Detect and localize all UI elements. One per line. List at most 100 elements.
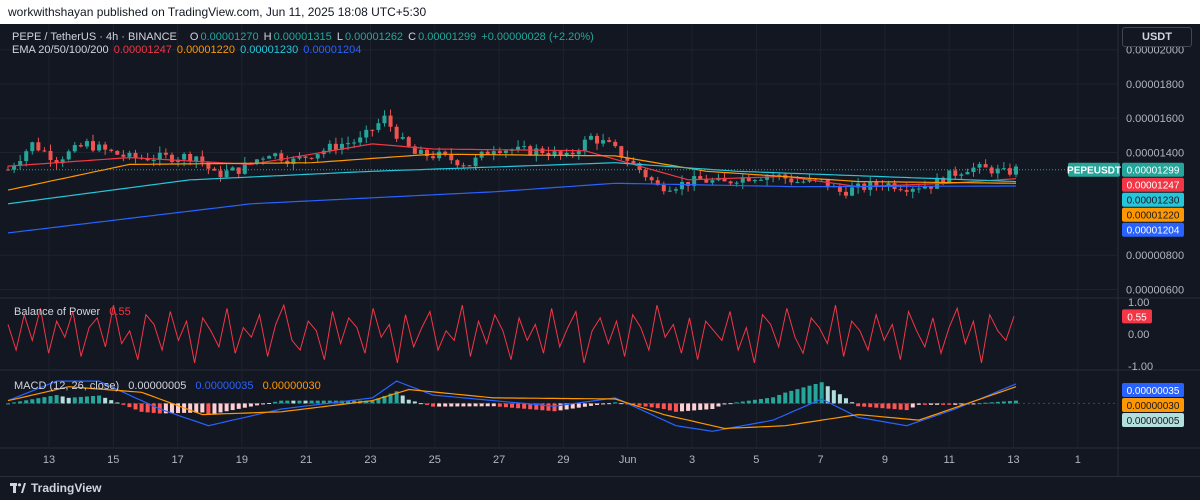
candle-body[interactable] <box>850 187 855 196</box>
candle-body[interactable] <box>491 151 496 155</box>
candle-body[interactable] <box>30 142 35 152</box>
candle-body[interactable] <box>989 167 994 174</box>
candle-body[interactable] <box>109 149 114 151</box>
candle-body[interactable] <box>388 115 393 127</box>
candle-body[interactable] <box>103 144 108 150</box>
candle-body[interactable] <box>643 169 648 178</box>
candle-body[interactable] <box>358 137 363 143</box>
candle-body[interactable] <box>777 174 782 176</box>
candle-body[interactable] <box>309 157 314 159</box>
candle-body[interactable] <box>151 159 156 161</box>
candle-body[interactable] <box>698 176 703 180</box>
candle-body[interactable] <box>382 115 387 124</box>
candle-body[interactable] <box>455 160 460 166</box>
candle-body[interactable] <box>163 152 168 155</box>
candle-body[interactable] <box>169 154 174 162</box>
trading-chart[interactable]: 0.000020000.000018000.000016000.00001400… <box>0 0 1200 500</box>
candle-body[interactable] <box>582 139 587 152</box>
symbol-legend[interactable]: PEPE / TetherUS · 4h · BINANCE O 0.000012… <box>12 31 596 43</box>
candle-body[interactable] <box>303 156 308 158</box>
candle-body[interactable] <box>795 181 800 183</box>
candle-body[interactable] <box>977 164 982 168</box>
candle-body[interactable] <box>437 151 442 159</box>
candle-body[interactable] <box>254 159 259 163</box>
macd-legend[interactable]: MACD (12, 26, close) 0.00000005 0.000000… <box>14 380 323 392</box>
candle-body[interactable] <box>758 179 763 181</box>
candle-body[interactable] <box>121 154 126 157</box>
candle-body[interactable] <box>449 154 454 161</box>
candle-body[interactable] <box>619 146 624 158</box>
candle-body[interactable] <box>522 146 527 148</box>
candle-body[interactable] <box>333 143 338 150</box>
candle-body[interactable] <box>400 137 405 139</box>
candle-body[interactable] <box>127 152 132 157</box>
candle-body[interactable] <box>188 153 193 162</box>
candle-body[interactable] <box>406 137 411 147</box>
candle-body[interactable] <box>576 151 581 155</box>
candle-body[interactable] <box>898 189 903 191</box>
candle-body[interactable] <box>673 189 678 191</box>
candle-body[interactable] <box>680 181 685 190</box>
candle-body[interactable] <box>42 150 47 152</box>
candle-body[interactable] <box>607 140 612 142</box>
candle-body[interactable] <box>346 143 351 145</box>
candle-body[interactable] <box>661 185 666 192</box>
candle-body[interactable] <box>534 148 539 155</box>
candle-body[interactable] <box>710 180 715 183</box>
candle-body[interactable] <box>115 150 120 155</box>
candle-body[interactable] <box>503 150 508 153</box>
tradingview-logo[interactable]: TradingView <box>10 481 101 495</box>
candle-body[interactable] <box>394 126 399 139</box>
candle-body[interactable] <box>947 170 952 184</box>
ema-legend[interactable]: EMA 20/50/100/200 0.00001247 0.00001220 … <box>12 44 363 56</box>
candle-body[interactable] <box>273 153 278 157</box>
candle-body[interactable] <box>352 142 357 144</box>
candle-body[interactable] <box>236 167 241 174</box>
candle-body[interactable] <box>570 152 575 155</box>
candle-body[interactable] <box>473 157 478 167</box>
candle-body[interactable] <box>953 170 958 176</box>
candle-body[interactable] <box>78 145 83 147</box>
candle-body[interactable] <box>364 129 369 138</box>
candle-body[interactable] <box>843 191 848 196</box>
candle-body[interactable] <box>588 135 593 140</box>
candle-body[interactable] <box>66 151 71 160</box>
candle-body[interactable] <box>315 154 320 159</box>
candle-body[interactable] <box>965 172 970 175</box>
candle-body[interactable] <box>48 150 53 161</box>
candle-body[interactable] <box>327 143 332 151</box>
candle-body[interactable] <box>595 135 600 144</box>
candle-body[interactable] <box>983 164 988 168</box>
candle-body[interactable] <box>613 141 618 147</box>
candle-body[interactable] <box>916 188 921 190</box>
candle-body[interactable] <box>801 181 806 183</box>
candle-body[interactable] <box>133 152 138 158</box>
candle-body[interactable] <box>84 141 89 147</box>
candle-body[interactable] <box>904 190 909 192</box>
candle-body[interactable] <box>485 151 490 155</box>
candle-body[interactable] <box>558 151 563 155</box>
candle-body[interactable] <box>1014 166 1018 175</box>
candle-body[interactable] <box>601 140 606 144</box>
candle-body[interactable] <box>728 181 733 184</box>
candle-body[interactable] <box>91 141 96 151</box>
candle-body[interactable] <box>467 165 472 167</box>
candle-body[interactable] <box>36 142 41 151</box>
candle-body[interactable] <box>910 188 915 192</box>
candle-body[interactable] <box>995 168 1000 174</box>
candle-body[interactable] <box>752 180 757 182</box>
candle-body[interactable] <box>686 181 691 186</box>
candle-body[interactable] <box>564 152 569 155</box>
candle-body[interactable] <box>261 158 266 160</box>
candle-body[interactable] <box>370 129 375 131</box>
candle-body[interactable] <box>376 123 381 130</box>
candle-body[interactable] <box>97 144 102 151</box>
bop-legend[interactable]: Balance of Power 0.55 <box>14 306 133 318</box>
candle-body[interactable] <box>1001 168 1006 170</box>
currency-unit-button[interactable]: USDT <box>1122 27 1192 47</box>
candle-body[interactable] <box>224 170 229 177</box>
candle-body[interactable] <box>631 160 636 164</box>
candle-body[interactable] <box>959 174 964 176</box>
candle-body[interactable] <box>194 156 199 162</box>
candle-body[interactable] <box>1007 168 1012 175</box>
